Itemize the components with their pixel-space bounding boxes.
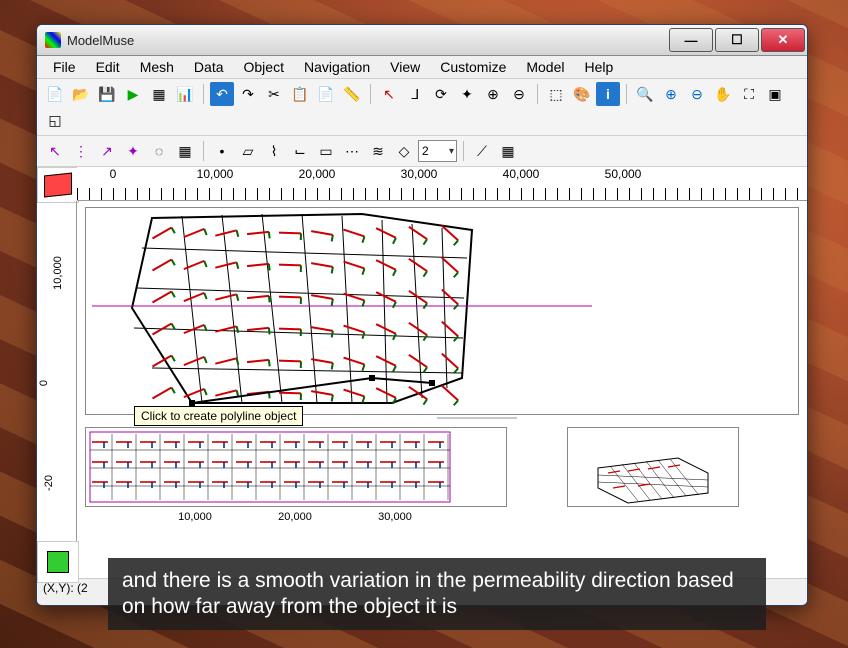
minimize-button[interactable]: — [669,28,713,52]
save-icon[interactable]: 💾 [95,82,119,106]
hatch-icon[interactable]: ≋ [366,139,390,163]
ruler-y2-label: -20 [43,475,55,491]
select-tool-icon[interactable]: ↖ [43,139,67,163]
side-3d-svg [568,428,738,506]
toolbar-row-2: ↖ ⋮ ↗ ✦ ◌ ▦ • ▱ ⌇ ⌙ ▭ ⋯ ≋ ◇ 2 ⟋ ▦ [37,136,807,167]
dot-icon[interactable]: • [210,139,234,163]
view-3d-cube[interactable] [37,541,79,583]
titlebar[interactable]: ModelMuse — ☐ ✕ [37,25,807,56]
splitter-horizontal[interactable] [437,417,517,419]
front-mesh-svg [86,428,506,506]
app-window: ModelMuse — ☐ ✕ File Edit Mesh Data Obje… [36,24,808,606]
side-3d-panel[interactable] [567,427,739,507]
menu-customize[interactable]: Customize [430,57,516,77]
pan-icon[interactable]: ✋ [711,82,735,106]
redo-icon[interactable]: ↷ [236,82,260,106]
polyline-icon[interactable]: ᒧ [403,82,427,106]
plan-view-panel[interactable] [85,207,799,415]
menu-data[interactable]: Data [184,57,234,77]
ruler-x-label: 50,000 [605,167,642,181]
mini-ruler-label: 20,000 [278,511,312,523]
coord-value: 2 [81,581,88,595]
cut-icon[interactable]: ✂ [262,82,286,106]
mini-ruler-x: 10,000 20,000 30,000 [85,511,505,535]
ruler-x-label: 40,000 [503,167,540,181]
front-view-panel[interactable] [85,427,507,507]
color-fill-icon[interactable]: 🎨 [570,82,594,106]
close-button[interactable]: ✕ [761,28,805,52]
dots-icon[interactable]: ⋯ [340,139,364,163]
zoom-region-icon[interactable]: ◱ [43,108,67,132]
ruler-y: 10,000 0 -20 [37,201,77,578]
zoom-out-icon[interactable]: ⊖ [685,82,709,106]
select-icon[interactable]: ⬚ [544,82,568,106]
toolbar-row-1: 📄 📂 💾 ▶ ▦ 📊 ↶ ↷ ✂ 📋 📄 📏 ↖ ᒧ ⟳ ✦ ⊕ ⊖ ⬚ 🎨 … [37,79,807,136]
menu-bar: File Edit Mesh Data Object Navigation Vi… [37,56,807,79]
layer-combo[interactable]: 2 [418,140,457,162]
tooltip: Click to create polyline object [134,406,303,426]
mini-ruler-label: 30,000 [378,511,412,523]
menu-help[interactable]: Help [575,57,624,77]
new-file-icon[interactable]: 📄 [43,82,67,106]
lasso-icon[interactable]: ◌ [147,139,171,163]
square-icon[interactable]: ▱ [236,139,260,163]
ruler-icon[interactable]: 📏 [340,82,364,106]
pointer-icon[interactable]: ↖ [377,82,401,106]
ruler-x-label: 0 [110,167,117,181]
ruler-y-label: 10,000 [52,256,64,290]
paste-icon[interactable]: 📄 [314,82,338,106]
app-icon [45,32,61,48]
window-title: ModelMuse [67,33,134,48]
maximize-button[interactable]: ☐ [715,28,759,52]
ruler-y-label: 0 [38,380,50,386]
ruler-x: 0 10,000 20,000 30,000 40,000 50,000 [77,167,807,201]
menu-file[interactable]: File [43,57,86,77]
menu-object[interactable]: Object [234,57,294,77]
zoom-extents-icon[interactable]: ⛶ [737,82,761,106]
undo-icon[interactable]: ↶ [210,82,234,106]
insert-icon[interactable]: ⊕ [481,82,505,106]
grid-icon[interactable]: ▦ [147,82,171,106]
menu-view[interactable]: View [380,57,430,77]
ruler-x-label: 20,000 [299,167,336,181]
play-icon[interactable]: ▶ [121,82,145,106]
delete-icon[interactable]: ⊖ [507,82,531,106]
coord-label: (X,Y): ( [43,581,81,595]
menu-mesh[interactable]: Mesh [130,57,184,77]
ruler-x-label: 10,000 [197,167,234,181]
menu-model[interactable]: Model [516,57,574,77]
ruler-x-label: 30,000 [401,167,438,181]
open-file-icon[interactable]: 📂 [69,82,93,106]
zoom-window-icon[interactable]: ▣ [763,82,787,106]
grid-tool-icon[interactable]: ▦ [173,139,197,163]
menu-edit[interactable]: Edit [86,57,130,77]
caption-overlay: and there is a smooth variation in the p… [108,558,766,631]
plan-mesh-svg [86,208,798,414]
stats-icon[interactable]: 📊 [173,82,197,106]
copy-icon[interactable]: 📋 [288,82,312,106]
rect-icon[interactable]: ▭ [314,139,338,163]
diamond-icon[interactable]: ◇ [392,139,416,163]
mini-ruler-label: 10,000 [178,511,212,523]
select-poly-icon[interactable]: ✦ [121,139,145,163]
snap-icon[interactable]: ⌙ [288,139,312,163]
point-tool-icon[interactable]: ⋮ [69,139,93,163]
rotate-icon[interactable]: ⟳ [429,82,453,106]
info-icon[interactable]: i [596,82,620,106]
angle-icon[interactable]: ⟋ [470,139,494,163]
zoom-in-icon[interactable]: ⊕ [659,82,683,106]
menu-navigation[interactable]: Navigation [294,57,380,77]
zoom-icon[interactable]: 🔍 [633,82,657,106]
vertex-icon[interactable]: ✦ [455,82,479,106]
layer-combo-value: 2 [422,144,429,158]
views-area: 10,000 20,000 30,000 [77,201,807,578]
polyline-tool-icon[interactable]: ↗ [95,139,119,163]
path-icon[interactable]: ⌇ [262,139,286,163]
view-top-cube[interactable] [37,167,79,203]
pattern-icon[interactable]: ▦ [496,139,520,163]
